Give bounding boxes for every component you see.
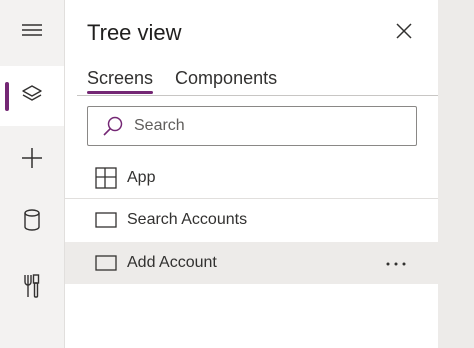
data-rail-button[interactable] bbox=[0, 192, 64, 252]
left-rail bbox=[0, 0, 65, 348]
tabs-divider bbox=[77, 95, 438, 96]
screen-icon bbox=[95, 252, 117, 274]
plus-icon bbox=[20, 146, 44, 175]
hamburger-menu-button[interactable] bbox=[0, 2, 64, 62]
search-icon bbox=[102, 115, 124, 137]
tree-view-panel: Tree view Screens Components Search App … bbox=[65, 0, 438, 348]
tab-screens[interactable]: Screens bbox=[87, 66, 154, 94]
screen-icon bbox=[95, 209, 117, 231]
insert-rail-button[interactable] bbox=[0, 130, 64, 190]
tab-screens-label: Screens bbox=[87, 68, 154, 88]
search-box[interactable] bbox=[87, 106, 417, 146]
close-button[interactable] bbox=[391, 20, 417, 46]
tree-view-rail-button[interactable] bbox=[0, 66, 64, 126]
search-input[interactable] bbox=[132, 116, 396, 136]
hamburger-menu-icon bbox=[21, 23, 43, 42]
tree-item-search-accounts[interactable]: Search Accounts bbox=[65, 199, 438, 241]
close-icon bbox=[395, 22, 413, 45]
tab-bar: Screens Components bbox=[87, 66, 277, 94]
tree-item-add-account[interactable]: Add Account bbox=[65, 242, 438, 284]
tools-icon bbox=[22, 273, 42, 304]
tab-components[interactable]: Components bbox=[175, 66, 277, 94]
panel-title: Tree view bbox=[87, 20, 182, 45]
tab-active-underline bbox=[87, 91, 154, 94]
more-options-button[interactable] bbox=[384, 251, 408, 275]
tab-components-label: Components bbox=[175, 68, 278, 88]
tree-item-app[interactable]: App bbox=[65, 157, 438, 199]
more-options-icon bbox=[385, 254, 407, 272]
canvas-edge bbox=[438, 0, 474, 348]
active-indicator bbox=[5, 82, 9, 111]
tree-item-label: App bbox=[127, 169, 156, 186]
tree-item-label: Search Accounts bbox=[127, 211, 248, 228]
app-grid-icon bbox=[95, 167, 117, 189]
database-icon bbox=[22, 208, 42, 237]
layers-icon bbox=[20, 82, 44, 111]
tree-item-label: Add Account bbox=[127, 254, 217, 271]
tools-rail-button[interactable] bbox=[0, 258, 64, 318]
